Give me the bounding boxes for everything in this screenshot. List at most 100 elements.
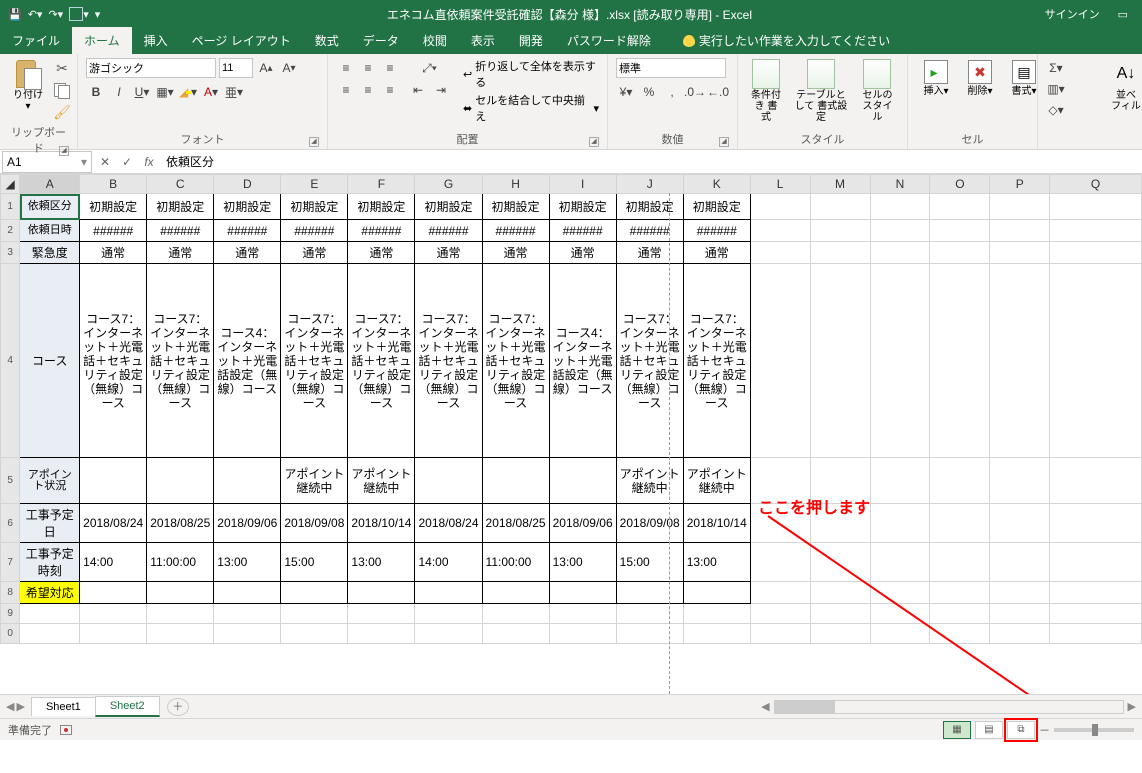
- tab-review[interactable]: 校閲: [411, 27, 459, 54]
- sort-filter-button[interactable]: A↓並べ フィル: [1106, 58, 1142, 114]
- cell[interactable]: コース7：インターネット＋光電話＋セキュリティ設定（無線）コース: [281, 264, 348, 458]
- cell[interactable]: 2018/09/06: [214, 504, 281, 543]
- cell[interactable]: [147, 604, 214, 624]
- cell[interactable]: [80, 458, 147, 504]
- cell[interactable]: ######: [147, 220, 214, 242]
- table-row[interactable]: 1依頼区分初期設定初期設定初期設定初期設定初期設定初期設定初期設定初期設定初期設…: [1, 194, 1142, 220]
- col-header[interactable]: A: [20, 175, 80, 194]
- row-label-cell[interactable]: [20, 624, 80, 644]
- cell[interactable]: ######: [348, 220, 415, 242]
- row-header[interactable]: 2: [1, 220, 20, 242]
- cell[interactable]: [616, 582, 683, 604]
- table-row[interactable]: 5アポイント状況アポイント継続中アポイント継続中アポイント継続中アポイント継続中: [1, 458, 1142, 504]
- cell[interactable]: アポイント継続中: [616, 458, 683, 504]
- cell[interactable]: 初期設定: [80, 194, 147, 220]
- col-header[interactable]: C: [147, 175, 214, 194]
- row-header[interactable]: 6: [1, 504, 20, 543]
- row-header[interactable]: 7: [1, 543, 20, 582]
- cell[interactable]: [482, 582, 549, 604]
- col-header[interactable]: N: [870, 175, 930, 194]
- cell[interactable]: 2018/09/06: [549, 504, 616, 543]
- cell[interactable]: [750, 264, 810, 458]
- autosum-button[interactable]: Σ▾: [1046, 58, 1066, 78]
- cell[interactable]: 初期設定: [281, 194, 348, 220]
- cell[interactable]: 14:00: [415, 543, 482, 582]
- row-header[interactable]: 1: [1, 194, 20, 220]
- font-name-combo[interactable]: [86, 58, 216, 78]
- cut-button[interactable]: ✂: [52, 58, 72, 78]
- cell[interactable]: ######: [683, 220, 750, 242]
- cell[interactable]: [549, 624, 616, 644]
- page-layout-view-button[interactable]: ▤: [975, 721, 1003, 739]
- row-label-cell[interactable]: 工事予定日: [20, 504, 80, 543]
- font-dialog-launcher[interactable]: ◢: [309, 137, 319, 147]
- decrease-indent-button[interactable]: ⇤: [408, 80, 428, 100]
- paste-button[interactable]: り付け ▾: [8, 58, 48, 114]
- new-sheet-button[interactable]: ＋: [167, 698, 189, 716]
- cell[interactable]: [1050, 543, 1142, 582]
- zoom-out-button[interactable]: －: [1039, 722, 1050, 738]
- cell[interactable]: 初期設定: [683, 194, 750, 220]
- cell[interactable]: [870, 194, 930, 220]
- cell[interactable]: ######: [415, 220, 482, 242]
- cell[interactable]: [990, 504, 1050, 543]
- bold-button[interactable]: B: [86, 82, 106, 102]
- page-break-preview-button[interactable]: ⧉: [1007, 721, 1035, 739]
- sheet-prev-icon[interactable]: ◀: [6, 700, 14, 713]
- cell[interactable]: コース7：インターネット＋光電話＋セキュリティ設定（無線）コース: [482, 264, 549, 458]
- zoom-control[interactable]: －: [1039, 722, 1134, 738]
- cell[interactable]: コース7：インターネット＋光電話＋セキュリティ設定（無線）コース: [147, 264, 214, 458]
- cell[interactable]: 初期設定: [616, 194, 683, 220]
- cell[interactable]: 通常: [415, 242, 482, 264]
- worksheet-grid[interactable]: ◢ A B C D E F G H I J K L M N O P Q 1依頼区…: [0, 174, 1142, 694]
- cell[interactable]: コース7：インターネット＋光電話＋セキュリティ設定（無線）コース: [415, 264, 482, 458]
- row-label-cell[interactable]: 依頼区分: [20, 194, 80, 220]
- cell[interactable]: [214, 604, 281, 624]
- italic-button[interactable]: I: [109, 82, 129, 102]
- cell[interactable]: [147, 582, 214, 604]
- phonetic-button[interactable]: 亜▾: [224, 82, 244, 102]
- cell[interactable]: [990, 582, 1050, 604]
- decrease-font-button[interactable]: A▾: [279, 58, 299, 78]
- fill-color-button[interactable]: ◢▾: [178, 82, 198, 102]
- undo-icon[interactable]: ↶▾: [28, 8, 43, 21]
- cell[interactable]: 初期設定: [482, 194, 549, 220]
- format-painter-button[interactable]: 🖌: [52, 102, 72, 122]
- cell[interactable]: [750, 624, 810, 644]
- cell[interactable]: [549, 604, 616, 624]
- orientation-button[interactable]: ⤢▾: [420, 58, 440, 78]
- cell[interactable]: [683, 582, 750, 604]
- col-header[interactable]: H: [482, 175, 549, 194]
- redo-icon[interactable]: ↷▾: [48, 8, 63, 21]
- increase-decimal-button[interactable]: .0→: [685, 82, 705, 102]
- table-row[interactable]: 6工事予定日2018/08/242018/08/252018/09/062018…: [1, 504, 1142, 543]
- cell[interactable]: [683, 624, 750, 644]
- row-header[interactable]: 4: [1, 264, 20, 458]
- cell[interactable]: [1050, 604, 1142, 624]
- cell[interactable]: [870, 504, 930, 543]
- cell[interactable]: 13:00: [549, 543, 616, 582]
- col-header[interactable]: Q: [1050, 175, 1142, 194]
- cell[interactable]: [482, 458, 549, 504]
- cell[interactable]: 初期設定: [415, 194, 482, 220]
- fill-button[interactable]: ▥▾: [1046, 79, 1066, 99]
- merge-center-button[interactable]: ⬌セルを結合して中央揃え ▾: [463, 92, 599, 124]
- table-row[interactable]: 3緊急度通常通常通常通常通常通常通常通常通常通常: [1, 242, 1142, 264]
- cell[interactable]: [348, 582, 415, 604]
- hscroll-left-icon[interactable]: ◀: [761, 700, 769, 713]
- cell[interactable]: 初期設定: [549, 194, 616, 220]
- table-row[interactable]: 7工事予定時刻14:0011:00:0013:0015:0013:0014:00…: [1, 543, 1142, 582]
- cell[interactable]: [80, 582, 147, 604]
- wrap-text-button[interactable]: ↩折り返して全体を表示する: [463, 58, 599, 90]
- col-header[interactable]: E: [281, 175, 348, 194]
- align-bottom-button[interactable]: ≡: [380, 58, 400, 78]
- cell[interactable]: コース7：インターネット＋光電話＋セキュリティ設定（無線）コース: [683, 264, 750, 458]
- cell[interactable]: [810, 543, 870, 582]
- cell[interactable]: [415, 604, 482, 624]
- cell[interactable]: 通常: [281, 242, 348, 264]
- cell[interactable]: ######: [281, 220, 348, 242]
- borders-button[interactable]: ▦▾: [155, 82, 175, 102]
- cell[interactable]: ######: [214, 220, 281, 242]
- cell[interactable]: 2018/08/24: [415, 504, 482, 543]
- col-header[interactable]: J: [616, 175, 683, 194]
